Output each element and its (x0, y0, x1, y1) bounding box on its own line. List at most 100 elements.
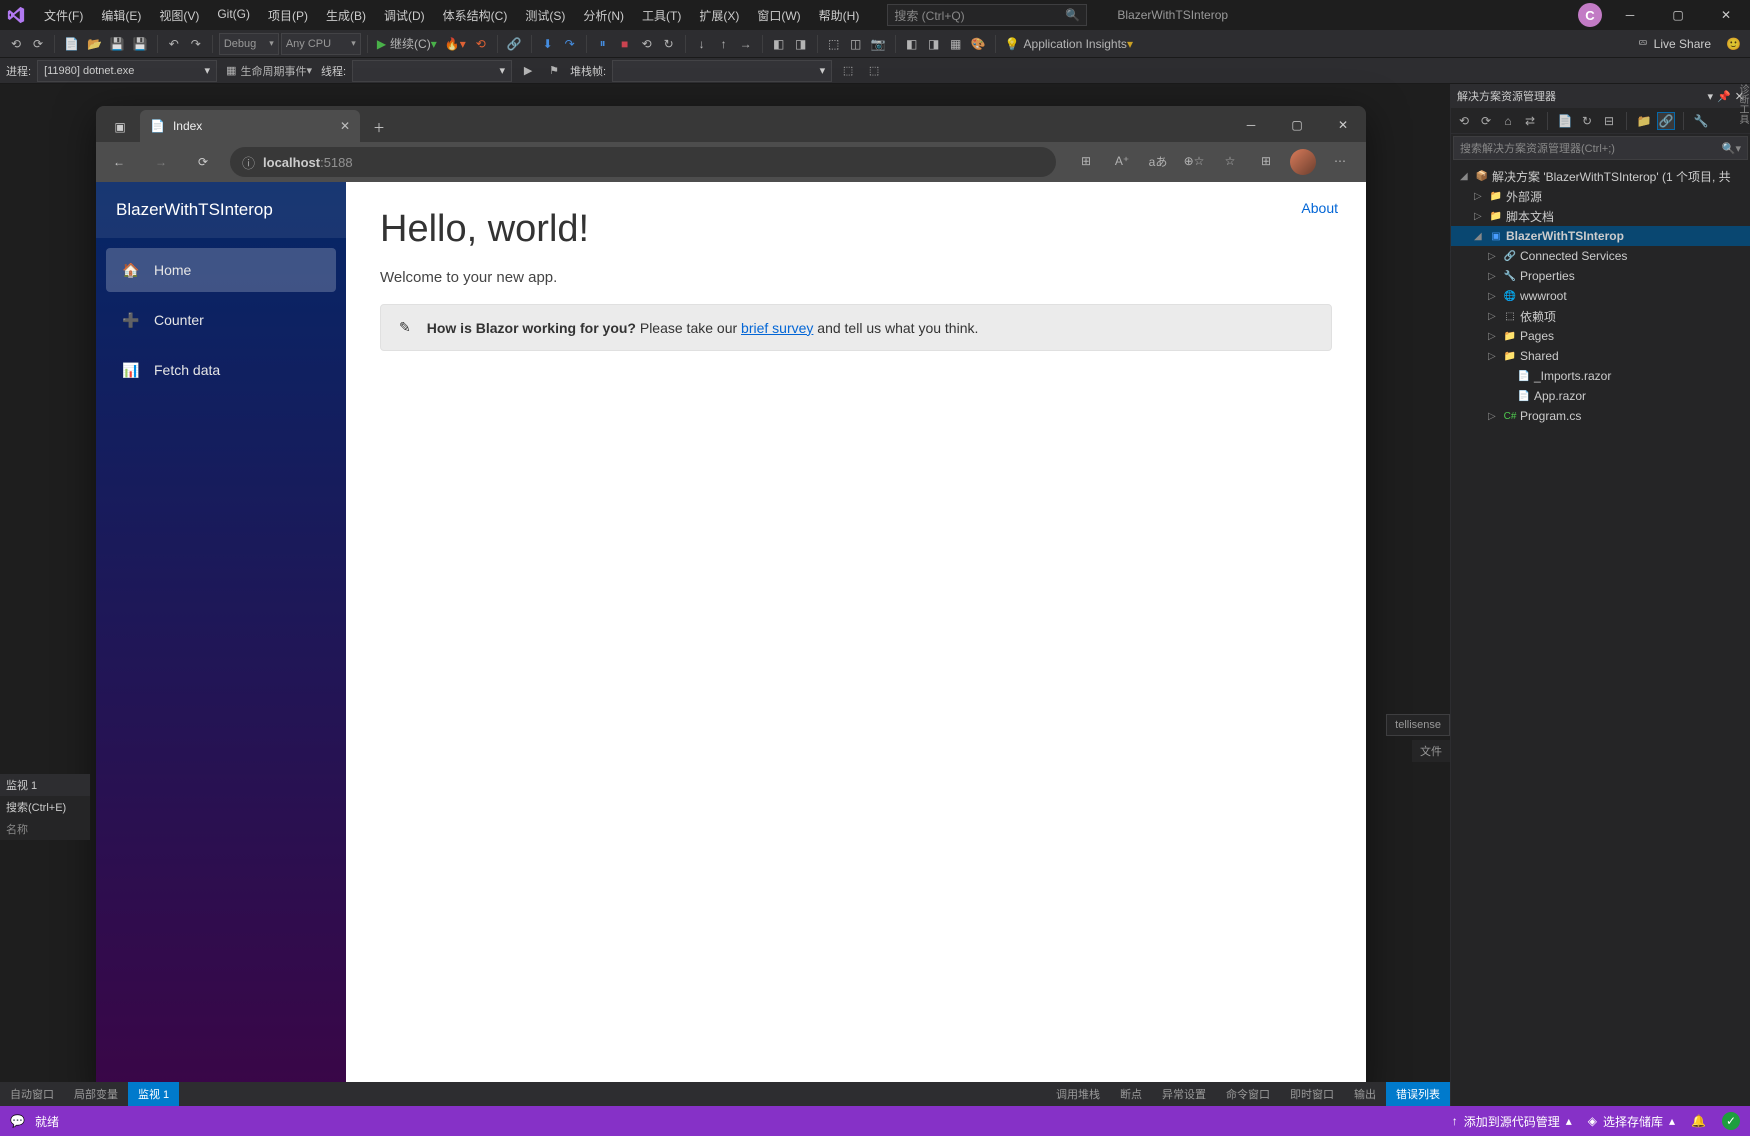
tree-pages[interactable]: ▷📁Pages (1451, 326, 1750, 346)
platform-dropdown[interactable]: Any CPU▾ (281, 33, 361, 55)
watch-search[interactable]: 搜索(Ctrl+E) (0, 796, 90, 818)
browser-maximize-button[interactable]: ▢ (1274, 108, 1320, 142)
lifecycle-button[interactable]: ▦ 生命周期事件▾ (223, 60, 315, 82)
menu-view[interactable]: 视图(V) (151, 3, 207, 28)
restart-button[interactable]: ⟲ (471, 33, 491, 55)
open-button[interactable]: 📂 (84, 33, 105, 55)
se-sync[interactable]: ⇄ (1521, 112, 1539, 130)
redo-button[interactable]: ↷ (186, 33, 206, 55)
solution-search[interactable]: 搜索解决方案资源管理器(Ctrl+;)🔍▾ (1453, 136, 1748, 160)
tab-callstack[interactable]: 调用堆栈 (1046, 1082, 1110, 1106)
menu-file[interactable]: 文件(F) (36, 3, 91, 28)
browser-close-button[interactable]: ✕ (1320, 108, 1366, 142)
menu-help[interactable]: 帮助(H) (811, 3, 868, 28)
global-search[interactable]: 搜索 (Ctrl+Q) 🔍 (887, 4, 1087, 26)
user-avatar[interactable]: C (1578, 3, 1602, 27)
se-filter[interactable]: 📄 (1556, 112, 1574, 130)
save-button[interactable]: 💾 (107, 33, 128, 55)
source-control-button[interactable]: ↑添加到源代码管理▴ (1452, 1113, 1572, 1130)
browser-tab[interactable]: 📄 Index ✕ (140, 110, 360, 142)
menu-ext[interactable]: 扩展(X) (691, 3, 747, 28)
status-ok-icon[interactable]: ✓ (1722, 1112, 1740, 1130)
tree-deps[interactable]: ▷⬚依赖项 (1451, 306, 1750, 326)
add-fav-icon[interactable]: ⊕☆ (1182, 149, 1206, 173)
tab-cmd[interactable]: 命令窗口 (1216, 1082, 1280, 1106)
tab-close-icon[interactable]: ✕ (340, 119, 350, 133)
tree-connected[interactable]: ▷🔗Connected Services (1451, 246, 1750, 266)
tool-7[interactable]: ◨ (924, 33, 944, 55)
step-out-button[interactable]: ↑ (714, 33, 734, 55)
browser-back-button[interactable]: ← (104, 147, 134, 177)
tree-shared[interactable]: ▷📁Shared (1451, 346, 1750, 366)
menu-build[interactable]: 生成(B) (318, 3, 374, 28)
se-home[interactable]: ⌂ (1499, 112, 1517, 130)
panel-menu-icon[interactable]: ▾ (1708, 90, 1714, 103)
tree-project[interactable]: ◢▣BlazerWithTSInterop (1451, 226, 1750, 246)
nav-home[interactable]: 🏠 Home (106, 248, 336, 292)
tab-break[interactable]: 断点 (1110, 1082, 1152, 1106)
rail-item-1[interactable]: 诊断工具 (1735, 84, 1750, 124)
tool-1[interactable]: ◧ (769, 33, 789, 55)
browser-forward-button[interactable]: → (146, 147, 176, 177)
bell-icon[interactable]: 🔔 (1691, 1114, 1706, 1128)
thread-tb2[interactable]: ⚑ (544, 60, 564, 82)
tab-except[interactable]: 异常设置 (1152, 1082, 1216, 1106)
se-collapse[interactable]: ⊟ (1600, 112, 1618, 130)
process-dropdown[interactable]: [11980] dotnet.exe▾ (37, 60, 217, 82)
nav-counter[interactable]: ➕ Counter (106, 298, 336, 342)
thread-tb1[interactable]: ▶ (518, 60, 538, 82)
translate-icon[interactable]: ⊞ (1074, 149, 1098, 173)
tool-2[interactable]: ◨ (791, 33, 811, 55)
browser-minimize-button[interactable]: ─ (1228, 108, 1274, 142)
tree-imports[interactable]: 📄_Imports.razor (1451, 366, 1750, 386)
tool-6[interactable]: ◧ (902, 33, 922, 55)
se-fwd[interactable]: ⟳ (1477, 112, 1495, 130)
output-icon[interactable]: 💬 (10, 1114, 25, 1128)
config-dropdown[interactable]: Debug▾ (219, 33, 279, 55)
new-tab-button[interactable]: ＋ (364, 112, 394, 142)
se-properties[interactable]: 🔧 (1692, 112, 1710, 130)
step-into-button[interactable]: ↓ (692, 33, 712, 55)
step-button[interactable]: ⬇ (538, 33, 558, 55)
browser-refresh-button[interactable]: ⟳ (188, 147, 218, 177)
minimize-button[interactable]: ─ (1610, 1, 1650, 29)
stack-tb1[interactable]: ⬚ (838, 60, 858, 82)
step-next-button[interactable]: → (736, 33, 756, 55)
maximize-button[interactable]: ▢ (1658, 1, 1698, 29)
nav-back-button[interactable]: ⟲ (6, 33, 26, 55)
tree-wwwroot[interactable]: ▷🌐wwwroot (1451, 286, 1750, 306)
se-refresh[interactable]: ↻ (1578, 112, 1596, 130)
survey-link[interactable]: brief survey (741, 320, 813, 336)
tool-5[interactable]: 📷 (868, 33, 889, 55)
new-button[interactable]: 📄 (61, 33, 82, 55)
tab-locals[interactable]: 局部变量 (64, 1082, 128, 1106)
stack-dropdown[interactable]: ▾ (612, 60, 832, 82)
tool-9[interactable]: 🎨 (968, 33, 989, 55)
save-all-button[interactable]: 💾 (130, 33, 151, 55)
menu-debug[interactable]: 调试(D) (376, 3, 433, 28)
nav-fetch[interactable]: 📊 Fetch data (106, 348, 336, 392)
tree-properties[interactable]: ▷🔧Properties (1451, 266, 1750, 286)
tool-4[interactable]: ◫ (846, 33, 866, 55)
live-share-button[interactable]: ⮹ Live Share (1628, 36, 1721, 51)
favorites-icon[interactable]: ☆ (1218, 149, 1242, 173)
menu-project[interactable]: 项目(P) (260, 3, 316, 28)
se-preview[interactable]: 🔗 (1657, 112, 1675, 130)
tab-imm[interactable]: 即时窗口 (1280, 1082, 1344, 1106)
browser-link-button[interactable]: 🔗 (504, 33, 525, 55)
url-input[interactable]: ⓘ localhost:5188 (230, 147, 1056, 177)
se-showall[interactable]: 📁 (1635, 112, 1653, 130)
tab-auto[interactable]: 自动窗口 (0, 1082, 64, 1106)
app-insights-button[interactable]: 💡 Application Insights ▾ (1002, 33, 1136, 55)
tree-program-cs[interactable]: ▷C#Program.cs (1451, 406, 1750, 426)
tab-output[interactable]: 输出 (1344, 1082, 1386, 1106)
tree-script-docs[interactable]: ▷📁脚本文档 (1451, 206, 1750, 226)
collections-icon[interactable]: ⊞ (1254, 149, 1278, 173)
reader-icon[interactable]: aあ (1146, 149, 1170, 173)
stop-button[interactable]: ■ (615, 33, 635, 55)
browser-menu-icon[interactable]: ⋯ (1328, 149, 1352, 173)
menu-git[interactable]: Git(G) (209, 3, 258, 28)
se-back[interactable]: ⟲ (1455, 112, 1473, 130)
close-button[interactable]: ✕ (1706, 1, 1746, 29)
stack-tb2[interactable]: ⬚ (864, 60, 884, 82)
